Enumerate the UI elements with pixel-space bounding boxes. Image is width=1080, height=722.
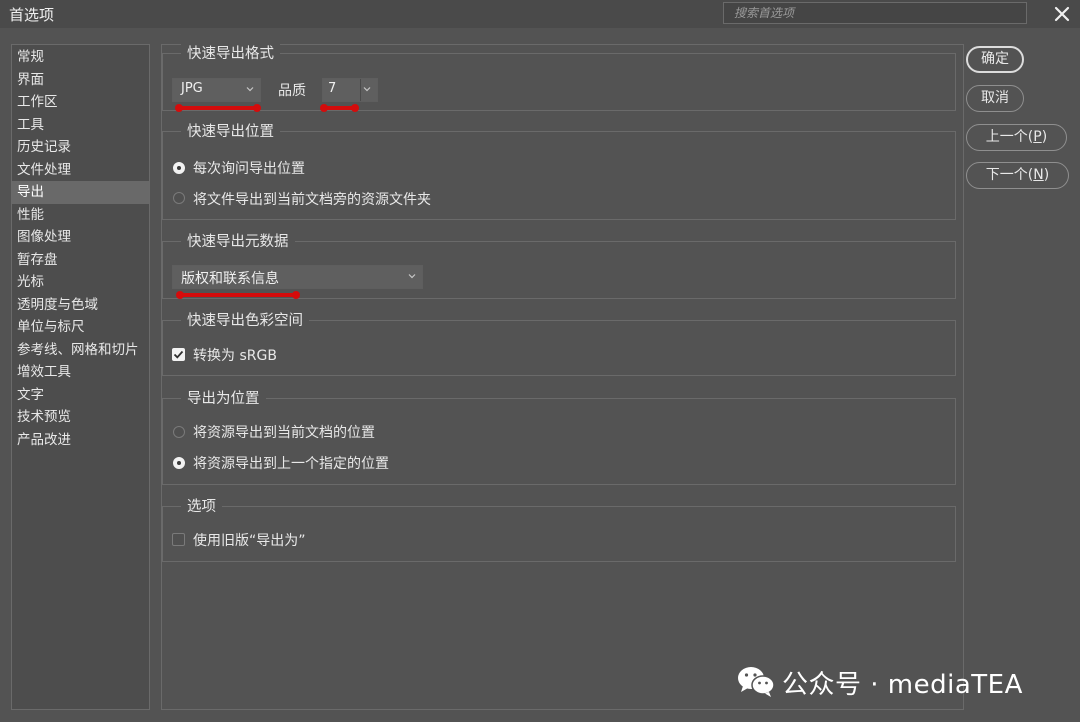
window-title: 首选项 xyxy=(9,6,55,24)
chevron-down-icon xyxy=(408,274,416,279)
metadata-select[interactable]: 版权和联系信息 xyxy=(172,265,423,289)
button-label: 确定 xyxy=(981,51,1009,67)
group-legend: 快速导出元数据 xyxy=(181,230,295,251)
cancel-button[interactable]: 取消 xyxy=(966,85,1024,112)
radio-ask-each-time[interactable] xyxy=(173,162,185,174)
sidebar-item[interactable]: 增效工具 xyxy=(12,361,149,384)
sidebar-item[interactable]: 单位与标尺 xyxy=(12,316,149,339)
sidebar-item[interactable]: 工具 xyxy=(12,114,149,137)
group-legend: 导出为位置 xyxy=(181,387,266,408)
metadata-value: 版权和联系信息 xyxy=(181,271,279,287)
watermark-text: 公众号 · mediaTEA xyxy=(782,670,1023,700)
radio-assets-folder[interactable] xyxy=(173,192,185,204)
red-underline-annotation xyxy=(176,291,300,299)
sidebar-item[interactable]: 图像处理 xyxy=(12,226,149,249)
sidebar-item[interactable]: 文字 xyxy=(12,384,149,407)
checkbox-label: 使用旧版“导出为” xyxy=(193,533,306,549)
group-legend: 选项 xyxy=(181,495,222,516)
quality-label: 品质 xyxy=(278,83,306,99)
legacy-export-checkbox[interactable] xyxy=(172,533,185,546)
group-legend: 快速导出格式 xyxy=(181,42,280,63)
sidebar-item[interactable]: 光标 xyxy=(12,271,149,294)
checkmark-icon xyxy=(173,350,184,359)
format-value: JPG xyxy=(181,81,203,96)
option-label: 将文件导出到当前文档旁的资源文件夹 xyxy=(193,192,431,208)
sidebar-item[interactable]: 产品改进 xyxy=(12,429,149,452)
button-label: 取消 xyxy=(981,90,1009,106)
group-legend: 快速导出色彩空间 xyxy=(181,309,309,330)
checkbox-label: 转换为 sRGB xyxy=(193,348,277,364)
sidebar-item[interactable]: 历史记录 xyxy=(12,136,149,159)
button-label: 上一个( xyxy=(985,129,1034,145)
red-underline-annotation xyxy=(320,104,359,112)
option-label: 将资源导出到上一个指定的位置 xyxy=(193,456,389,472)
group-legend: 快速导出位置 xyxy=(181,120,280,141)
button-label-close: ) xyxy=(1041,129,1048,145)
wechat-icon xyxy=(738,667,775,697)
sidebar-item[interactable]: 参考线、网格和切片 xyxy=(12,339,149,362)
quality-select[interactable]: 7 xyxy=(322,78,378,102)
previous-button[interactable]: 上一个(P) xyxy=(966,124,1067,151)
search-input[interactable] xyxy=(723,2,1027,24)
sidebar-item[interactable]: 技术预览 xyxy=(12,406,149,429)
option-label: 每次询问导出位置 xyxy=(193,161,305,177)
sidebar-item[interactable]: 导出 xyxy=(12,181,149,204)
accelerator-key: P xyxy=(1033,129,1042,145)
ok-button[interactable]: 确定 xyxy=(966,46,1024,73)
sidebar-item[interactable]: 常规 xyxy=(12,46,149,69)
preferences-sidebar: 常规 界面 工作区 工具 历史记录 文件处理 导出 性能 图像处理 暂存盘 光标 透明度与色域 单位与标… xyxy=(11,44,150,710)
radio-last-location[interactable] xyxy=(173,457,185,469)
sidebar-item[interactable]: 文件处理 xyxy=(12,159,149,182)
chevron-down-icon xyxy=(246,87,254,92)
watermark: 公众号 · mediaTEA xyxy=(736,662,1056,700)
title-bar: 首选项 xyxy=(0,0,1080,28)
format-select[interactable]: JPG xyxy=(172,78,261,102)
sidebar-list: 常规 界面 工作区 工具 历史记录 文件处理 导出 性能 图像处理 暂存盘 光标 透明度与色域 单位与标… xyxy=(12,46,149,451)
sidebar-item[interactable]: 界面 xyxy=(12,69,149,92)
srgb-checkbox[interactable] xyxy=(172,348,185,361)
next-button[interactable]: 下一个(N) xyxy=(966,162,1069,189)
sidebar-item[interactable]: 工作区 xyxy=(12,91,149,114)
select-divider xyxy=(360,79,361,101)
button-label-close: ) xyxy=(1043,167,1050,183)
sidebar-item[interactable]: 透明度与色域 xyxy=(12,294,149,317)
close-icon[interactable] xyxy=(1050,2,1074,26)
radio-current-document[interactable] xyxy=(173,426,185,438)
red-underline-annotation xyxy=(175,104,261,112)
quick-export-color-group: 快速导出色彩空间 xyxy=(162,309,956,376)
sidebar-item[interactable]: 性能 xyxy=(12,204,149,227)
sidebar-item[interactable]: 暂存盘 xyxy=(12,249,149,272)
option-label: 将资源导出到当前文档的位置 xyxy=(193,425,375,441)
accelerator-key: N xyxy=(1033,167,1044,183)
button-label: 下一个( xyxy=(985,167,1034,183)
chevron-down-icon xyxy=(363,87,371,92)
quality-value: 7 xyxy=(328,81,337,96)
